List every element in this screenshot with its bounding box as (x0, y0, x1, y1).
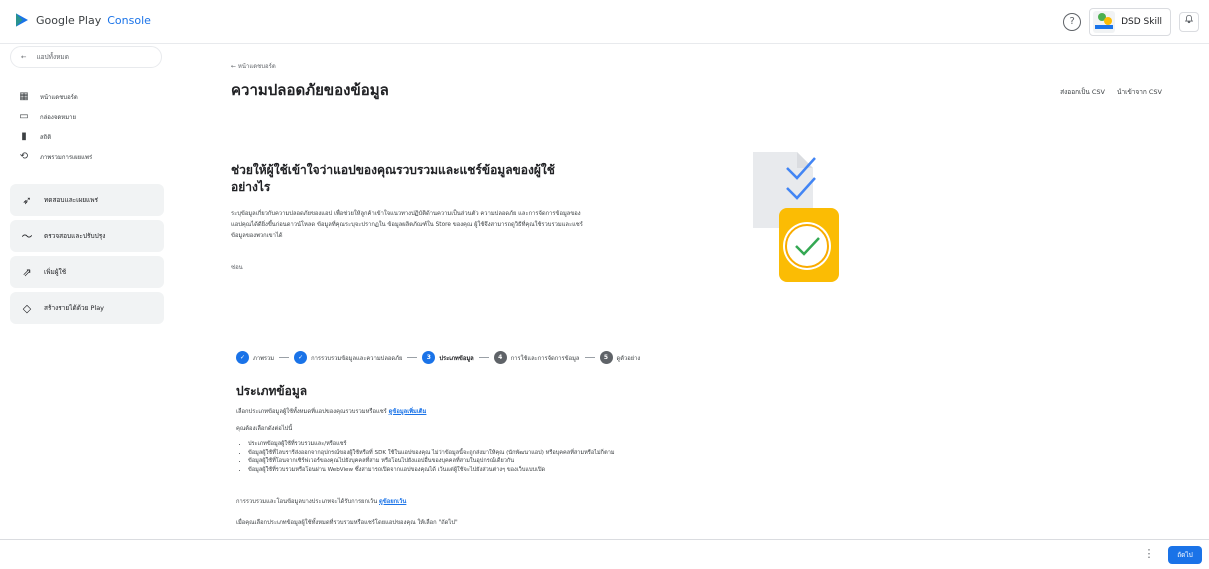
section-description: เลือกประเภทข้อมูลผู้ใช้ทั้งหมดที่แอปของค… (236, 406, 426, 416)
account-name: DSD Skill (1121, 17, 1162, 27)
main-content: ← หน้าแดชบอร์ด ความปลอดภัยของข้อมูล ส่งอ… (174, 44, 1209, 539)
import-csv-button[interactable]: นำเข้าจาก CSV (1117, 87, 1162, 97)
check-icon: ✓ (294, 351, 308, 364)
requirements-list: ประเภทข้อมูลผู้ใช้ที่รวบรวมและ/หรือแชร์ … (236, 440, 868, 474)
hero-title: ช่วยให้ผู้ใช้เข้าใจว่าแอปของคุณรวบรวมและ… (231, 163, 555, 194)
footer-bar: ⋮ ถัดไป (0, 539, 1209, 569)
step-number: 4 (493, 351, 507, 364)
help-icon[interactable]: ? (1063, 13, 1082, 31)
sidebar-group-label: ตรวจสอบและปรับปรุง (44, 232, 106, 240)
sidebar-item-inbox[interactable]: ▭ กล่องจดหมาย (18, 112, 76, 122)
step-label: การรวบรวมข้อมูลและความปลอดภัย (311, 355, 403, 362)
step-data-collection-security[interactable]: ✓ การรวบรวมข้อมูลและความปลอดภัย (294, 351, 402, 364)
list-item: ประเภทข้อมูลผู้ใช้ที่รวบรวมและ/หรือแชร์ (248, 440, 868, 449)
more-options-icon[interactable]: ⋮ (1143, 547, 1155, 560)
sidebar-item-label: กล่องจดหมาย (40, 114, 77, 121)
exception-text: การรวบรวมและโอนข้อมูลบางประเภทจะได้รับกา… (236, 496, 406, 506)
sidebar-item-stats[interactable]: ▮ สถิติ (18, 132, 51, 142)
publishing-icon: ⟲ (19, 151, 29, 162)
sidebar-item-dashboard[interactable]: ▦ หน้าแดชบอร์ด (18, 92, 78, 102)
back-all-apps-button[interactable]: ← แอปทั้งหมด (10, 46, 162, 68)
notification-icon[interactable] (1179, 12, 1199, 32)
section-title: ประเภทข้อมูล (236, 384, 308, 398)
sidebar-group-label: สร้างรายได้ด้วย Play (44, 304, 105, 312)
step-number: 3 (422, 351, 436, 364)
grow-icon: ⇗ (22, 265, 32, 279)
step-preview[interactable]: 5 ดูตัวอย่าง (599, 351, 641, 364)
data-safety-illustration (753, 152, 839, 282)
top-bar: Google Play Console ? DSD Skill (0, 0, 1209, 44)
hide-button[interactable]: ซ่อน (231, 262, 243, 272)
back-all-apps-label: แอปทั้งหมด (36, 53, 69, 61)
requirements-label: คุณต้องเลือกดังต่อไปนี้ (236, 426, 293, 432)
breadcrumb[interactable]: ← หน้าแดชบอร์ด (231, 61, 276, 71)
rocket-icon: ➶ (22, 193, 32, 207)
step-data-types[interactable]: 3 ประเภทข้อมูล (422, 351, 474, 364)
list-item: ข้อมูลผู้ใช้ที่ไลบรารีส่งออกจากอุปกรณ์ขอ… (248, 449, 868, 458)
account-switcher[interactable]: DSD Skill (1089, 8, 1171, 36)
step-label: ดูตัวอย่าง (616, 355, 641, 362)
brand-name: Google Play (36, 13, 102, 27)
sidebar: ← แอปทั้งหมด ▦ หน้าแดชบอร์ด ▭ กล่องจดหมา… (0, 44, 170, 544)
tag-icon: ◇ (22, 301, 32, 315)
play-console-logo[interactable]: Google Play Console (14, 12, 151, 28)
sidebar-group-label: เพิ่มผู้ใช้ (44, 268, 67, 276)
inbox-icon: ▭ (19, 111, 29, 122)
export-csv-button[interactable]: ส่งออกเป็น CSV (1060, 87, 1105, 97)
hero-description: ระบุข้อมูลเกี่ยวกับความปลอดภัยของแอป เพื… (231, 211, 583, 239)
check-icon: ✓ (236, 351, 249, 364)
step-label: ประเภทข้อมูล (439, 355, 474, 362)
stats-icon: ▮ (21, 131, 27, 142)
sidebar-group-monetize[interactable]: ◇ สร้างรายได้ด้วย Play (10, 292, 164, 324)
page-title: ความปลอดภัยของข้อมูล (231, 81, 389, 99)
step-number: 5 (599, 351, 613, 364)
pulse-icon: 〜 (21, 230, 33, 243)
sidebar-item-label: หน้าแดชบอร์ด (40, 94, 78, 101)
sidebar-item-label: สถิติ (40, 134, 52, 141)
see-exceptions-link[interactable]: ดูข้อยกเว้น (379, 499, 406, 505)
sidebar-item-label: ภาพรวมการเผยแพร่ (40, 154, 93, 161)
play-logo-icon (16, 13, 28, 27)
step-label: ภาพรวม (253, 355, 275, 362)
sidebar-group-monitor-improve[interactable]: 〜 ตรวจสอบและปรับปรุง (10, 220, 164, 252)
dashboard-icon: ▦ (19, 91, 29, 102)
sidebar-group-label: ทดสอบและเผยแพร่ (44, 196, 98, 204)
section-description-text: เลือกประเภทข้อมูลผู้ใช้ทั้งหมดที่แอปของค… (236, 409, 387, 415)
step-data-usage-handling[interactable]: 4 การใช้และการจัดการข้อมูล (493, 351, 580, 364)
sidebar-item-publishing-overview[interactable]: ⟲ ภาพรวมการเผยแพร่ (18, 152, 92, 162)
list-item: ข้อมูลผู้ใช้ที่รวบรวมหรือโอนผ่าน WebView… (248, 466, 868, 475)
brand-product: Console (107, 13, 151, 27)
progress-stepper: ✓ ภาพรวม ✓ การรวบรวมข้อมูลและความปลอดภัย… (236, 351, 640, 364)
sidebar-group-test-release[interactable]: ➶ ทดสอบและเผยแพร่ (10, 184, 164, 216)
learn-more-link[interactable]: ดูข้อมูลเพิ่มเติม (389, 409, 427, 415)
next-button[interactable]: ถัดไป (1168, 546, 1202, 564)
arrow-back-icon: ← (21, 53, 27, 61)
step-label: การใช้และการจัดการข้อมูล (510, 355, 580, 362)
list-item: ข้อมูลผู้ใช้ที่โอนจากเซิร์ฟเวอร์ของคุณไป… (248, 457, 868, 466)
avatar (1093, 11, 1116, 33)
step-overview[interactable]: ✓ ภาพรวม (236, 351, 274, 364)
final-instruction: เมื่อคุณเลือกประเภทข้อมูลผู้ใช้ทั้งหมดที… (236, 520, 458, 526)
sidebar-group-grow-users[interactable]: ⇗ เพิ่มผู้ใช้ (10, 256, 164, 288)
exception-text-body: การรวบรวมและโอนข้อมูลบางประเภทจะได้รับกา… (236, 499, 378, 505)
